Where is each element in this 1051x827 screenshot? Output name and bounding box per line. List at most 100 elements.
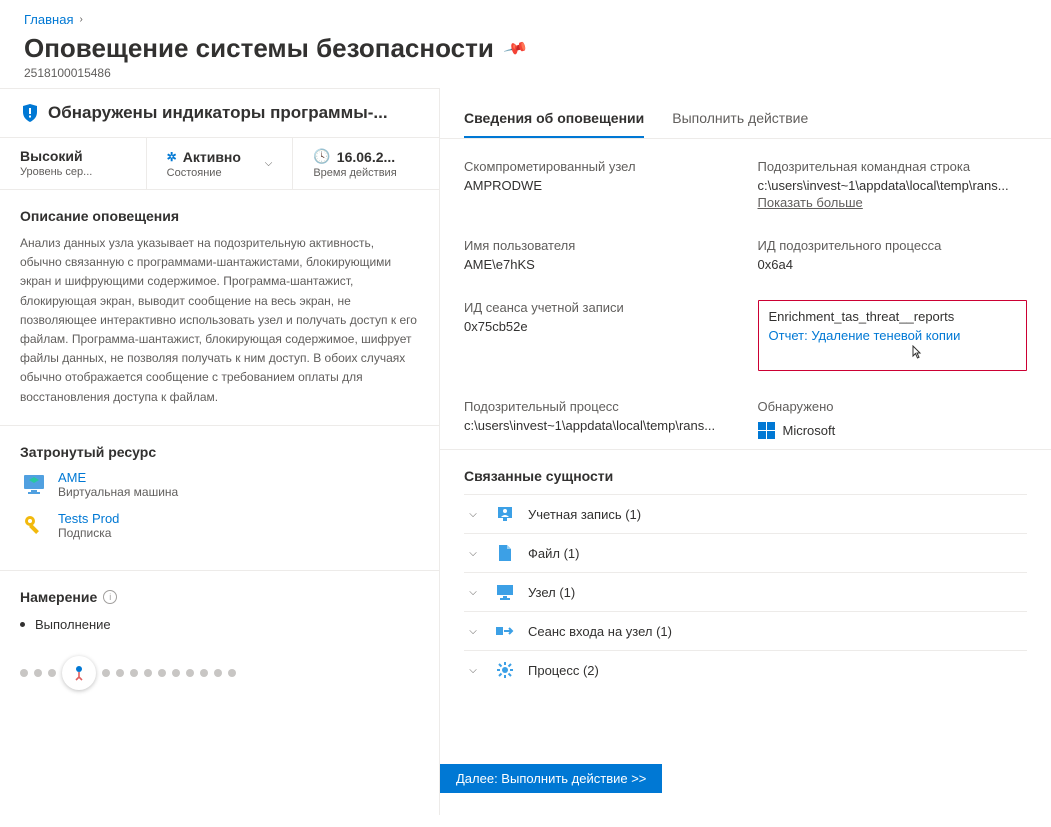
entity-label: Процесс (2) <box>528 663 599 678</box>
timeline-dot <box>20 669 28 677</box>
left-panel: Обнаружены индикаторы программы-... Высо… <box>0 88 440 815</box>
entity-row-account[interactable]: ⌵ Учетная запись (1) <box>464 494 1027 533</box>
field-label: Enrichment_tas_threat__reports <box>769 309 1017 324</box>
pin-icon[interactable]: 📌 <box>502 35 529 62</box>
file-icon <box>494 542 516 564</box>
description-body: Анализ данных узла указывает на подозрит… <box>20 234 419 407</box>
entity-label: Сеанс входа на узел (1) <box>528 624 672 639</box>
entity-row-host[interactable]: ⌵ Узел (1) <box>464 572 1027 611</box>
state-value: Активно <box>183 149 241 165</box>
state-cell[interactable]: ✲ Активно Состояние ⌵ <box>147 138 294 189</box>
field-label: Подозрительный процесс <box>464 399 734 414</box>
timeline-dot <box>186 669 194 677</box>
shield-icon <box>20 103 40 123</box>
breadcrumb: Главная › <box>24 12 1027 27</box>
chevron-down-icon: ⌵ <box>464 509 482 520</box>
field-suspicious-cmdline: Подозрительная командная строка c:\users… <box>758 159 1028 210</box>
timeline-dot <box>34 669 42 677</box>
field-label: ИД сеанса учетной записи <box>464 300 734 315</box>
resource-item-vm[interactable]: AME Виртуальная машина <box>20 470 419 499</box>
resource-name: AME <box>58 470 178 485</box>
time-value: 16.06.2... <box>337 149 395 165</box>
resource-type: Виртуальная машина <box>58 485 178 499</box>
timeline-dot <box>144 669 152 677</box>
tab-details[interactable]: Сведения об оповещении <box>464 110 644 138</box>
field-label: Имя пользователя <box>464 238 734 253</box>
key-icon <box>20 511 48 539</box>
time-cell: 🕓 16.06.2... Время действия <box>293 138 439 189</box>
chevron-down-icon: ⌵ <box>464 548 482 559</box>
timeline-dot <box>228 669 236 677</box>
field-enrichment-highlight: Enrichment_tas_threat__reports Отчет: Уд… <box>758 300 1028 371</box>
timeline-dot <box>48 669 56 677</box>
field-value: AMPRODWE <box>464 178 734 193</box>
host-icon <box>494 581 516 603</box>
timeline-dot <box>130 669 138 677</box>
field-value: 0x75cb52e <box>464 319 734 334</box>
field-compromised-host: Скомпрометированный узел AMPRODWE <box>464 159 734 210</box>
field-label: ИД подозрительного процесса <box>758 238 1028 253</box>
entity-label: Узел (1) <box>528 585 575 600</box>
field-value: 0x6a4 <box>758 257 1028 272</box>
next-action-button[interactable]: Далее: Выполнить действие >> <box>440 764 662 793</box>
chevron-down-icon[interactable]: ⌵ <box>265 158 273 169</box>
severity-label: Уровень сер... <box>20 166 126 178</box>
entity-label: Файл (1) <box>528 546 579 561</box>
field-value: c:\users\invest~1\appdata\local\temp\ran… <box>758 178 1028 193</box>
clock-icon: 🕓 <box>313 148 330 165</box>
right-panel: Сведения об оповещении Выполнить действи… <box>440 88 1051 815</box>
time-label: Время действия <box>313 167 419 179</box>
show-more-link[interactable]: Показать больше <box>758 195 863 210</box>
threat-report-link[interactable]: Отчет: Удаление теневой копии <box>769 328 1017 343</box>
timeline-dot <box>200 669 208 677</box>
bullet-icon <box>20 622 25 627</box>
intent-label: Выполнение <box>35 617 111 632</box>
timeline-dot <box>116 669 124 677</box>
chevron-right-icon: › <box>79 14 82 25</box>
field-username: Имя пользователя AME\e7hKS <box>464 238 734 272</box>
field-process-id: ИД подозрительного процесса 0x6a4 <box>758 238 1028 272</box>
entity-row-process[interactable]: ⌵ Процесс (2) <box>464 650 1027 689</box>
description-title: Описание оповещения <box>20 208 419 224</box>
field-value: AME\e7hKS <box>464 257 734 272</box>
field-suspicious-process: Подозрительный процесс c:\users\invest~1… <box>464 399 734 439</box>
state-label: Состояние <box>167 167 257 179</box>
page-title: Оповещение системы безопасности <box>24 33 494 64</box>
severity-value: Высокий <box>20 148 126 164</box>
resource-type: Подписка <box>58 526 119 540</box>
entities-title: Связанные сущности <box>464 468 1027 484</box>
timeline-dot <box>172 669 180 677</box>
field-detected-by: Обнаружено Microsoft <box>758 399 1028 439</box>
info-icon[interactable]: i <box>103 590 117 604</box>
intent-item: Выполнение <box>20 617 419 632</box>
resource-item-subscription[interactable]: Tests Prod Подписка <box>20 511 419 540</box>
field-session-id: ИД сеанса учетной записи 0x75cb52e <box>464 300 734 371</box>
chevron-down-icon: ⌵ <box>464 587 482 598</box>
entity-row-file[interactable]: ⌵ Файл (1) <box>464 533 1027 572</box>
affected-title: Затронутый ресурс <box>20 444 419 460</box>
timeline-active-icon <box>62 656 96 690</box>
cursor-icon <box>909 350 923 364</box>
timeline-dot <box>158 669 166 677</box>
timeline-dot <box>102 669 110 677</box>
active-icon: ✲ <box>167 150 177 164</box>
intent-timeline <box>20 650 419 696</box>
field-label: Обнаружено <box>758 399 1028 414</box>
tab-action[interactable]: Выполнить действие <box>672 110 808 138</box>
session-icon <box>494 620 516 642</box>
vm-icon <box>20 470 48 498</box>
entity-row-session[interactable]: ⌵ Сеанс входа на узел (1) <box>464 611 1027 650</box>
timeline-dot <box>214 669 222 677</box>
field-value: c:\users\invest~1\appdata\local\temp\ran… <box>464 418 734 433</box>
resource-name: Tests Prod <box>58 511 119 526</box>
alert-name: Обнаружены индикаторы программы-... <box>48 103 388 123</box>
field-label: Подозрительная командная строка <box>758 159 1028 174</box>
chevron-down-icon: ⌵ <box>464 626 482 637</box>
page-subtitle: 2518100015486 <box>24 66 1027 80</box>
breadcrumb-home[interactable]: Главная <box>24 12 73 27</box>
entity-label: Учетная запись (1) <box>528 507 641 522</box>
process-icon <box>494 659 516 681</box>
intent-title: Намерение <box>20 589 97 605</box>
microsoft-logo-icon <box>758 422 775 439</box>
chevron-down-icon: ⌵ <box>464 665 482 676</box>
